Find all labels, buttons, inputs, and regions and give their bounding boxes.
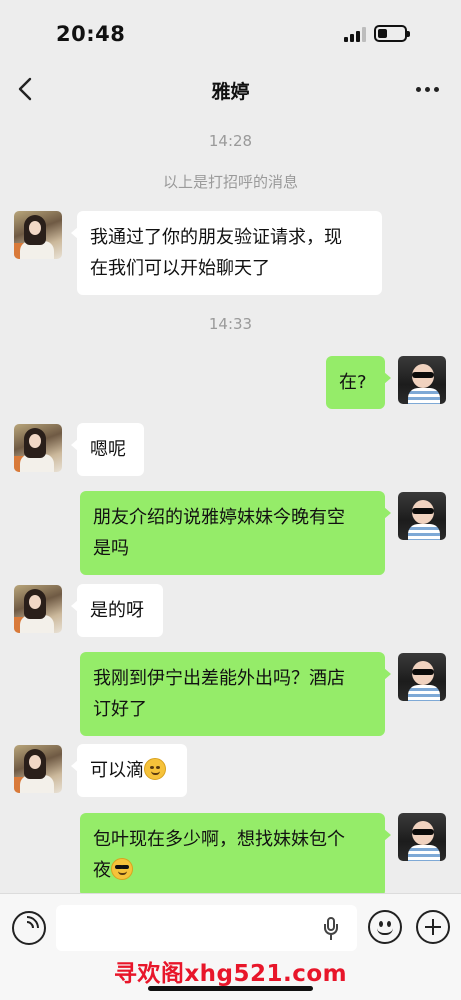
timestamp: 14:28 [208,132,253,150]
message-line: 朋友介绍的说雅婷妹妹今晚有空 [93,507,345,528]
home-indicator [148,986,313,991]
sunglasses-emoji-icon [111,858,133,880]
message-bubble-outgoing[interactable]: 我刚到伊宁出差能外出吗？酒店 订好了 [80,652,391,736]
signal-icon [344,27,368,42]
message-bubble-incoming[interactable]: 可以滴 [71,744,187,797]
more-dots-icon[interactable] [415,79,441,99]
message-line: 在我们可以开始聊天了 [90,258,270,279]
chat-title: 雅婷 [211,81,250,103]
message-bubble-incoming[interactable]: 是的呀 [71,584,163,637]
plus-icon[interactable] [416,910,450,944]
message-bubble-incoming[interactable]: 嗯呢 [71,423,144,476]
message-line: 我刚到伊宁出差能外出吗？酒店 [93,668,345,689]
microphone-icon[interactable] [324,917,338,941]
message-input[interactable] [56,905,357,951]
system-message: 以上是打招呼的消息 [162,173,298,191]
my-avatar[interactable] [398,813,446,861]
message-text: 夜 [93,860,111,881]
message-line: 夜 [93,855,372,886]
message-line: 是吗 [93,538,129,559]
voice-mode-icon[interactable] [10,911,46,945]
message-text: 可以滴 [90,760,144,781]
message-line: 可以滴 [90,755,174,786]
chat-header: 雅婷 [0,64,461,114]
watermark: 寻欢阁xhg521.com [113,961,348,987]
emoji-icon[interactable] [368,910,402,944]
contact-avatar[interactable] [14,424,62,472]
message-bubble-outgoing[interactable]: 在? [326,356,391,409]
my-avatar[interactable] [398,356,446,404]
message-line: 我通过了你的朋友验证请求，现 [90,227,342,248]
timestamp: 14:33 [208,315,253,333]
status-bar: 20:48 [0,0,461,64]
message-bubble-incoming[interactable]: 我通过了你的朋友验证请求，现 在我们可以开始聊天了 [71,211,382,295]
my-avatar[interactable] [398,492,446,540]
contact-avatar[interactable] [14,585,62,633]
message-bubble-outgoing[interactable]: 朋友介绍的说雅婷妹妹今晚有空 是吗 [80,491,391,575]
contact-avatar[interactable] [14,211,62,259]
status-time: 20:48 [56,22,126,46]
message-line: 在? [339,372,367,393]
message-line: 嗯呢 [90,439,126,460]
message-line: 是的呀 [90,600,144,621]
battery-icon [374,25,410,42]
my-avatar[interactable] [398,653,446,701]
message-line: 包叶现在多少啊，想找妹妹包个 [93,829,345,850]
smile-emoji-icon [144,758,166,780]
message-line: 订好了 [93,699,147,720]
message-bubble-outgoing[interactable]: 包叶现在多少啊，想找妹妹包个 夜 [80,813,391,897]
contact-avatar[interactable] [14,745,62,793]
